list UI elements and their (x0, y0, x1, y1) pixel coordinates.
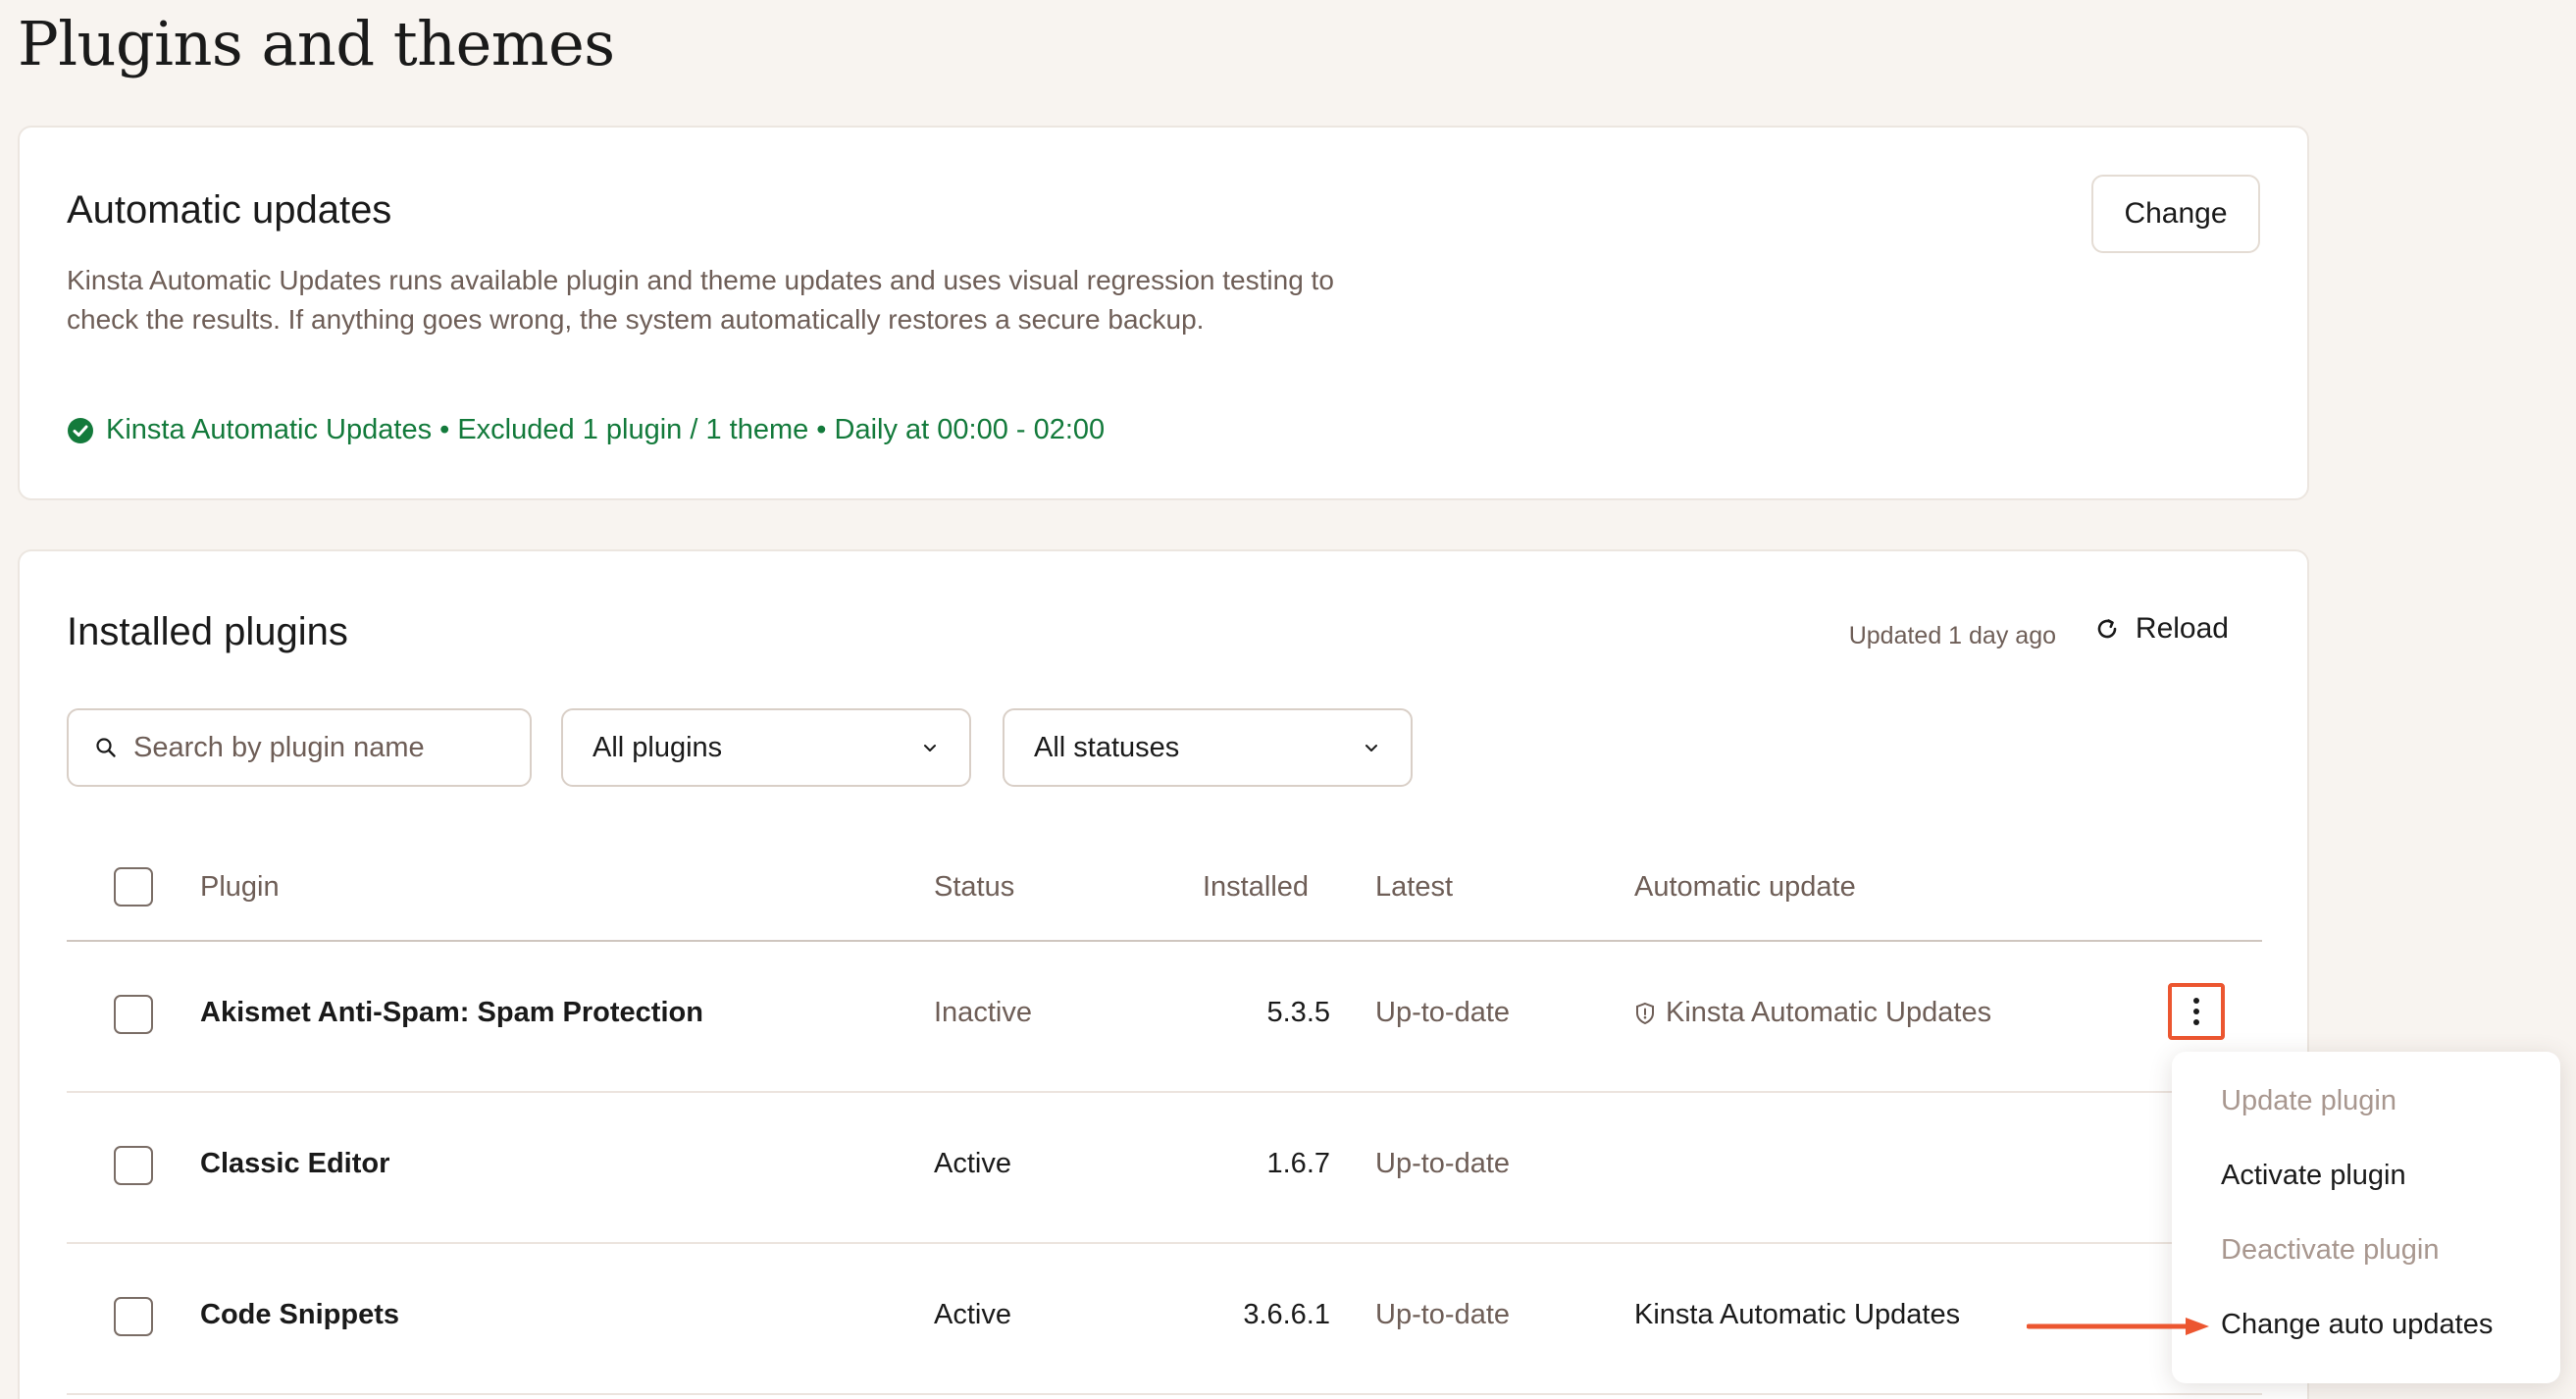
column-header-plugin: Plugin (200, 871, 280, 903)
plugin-latest: Up-to-date (1375, 1299, 1511, 1330)
automatic-updates-heading: Automatic updates (67, 188, 392, 232)
menu-item-update-plugin[interactable]: Update plugin (2221, 1085, 2396, 1117)
select-all-checkbox[interactable] (114, 867, 153, 907)
plugin-auto-update-text: Kinsta Automatic Updates (1666, 997, 1992, 1028)
reload-icon (2097, 619, 2117, 639)
row-divider (67, 1242, 2262, 1244)
plugin-status: Active (934, 1148, 1011, 1179)
row-checkbox[interactable] (114, 1297, 153, 1336)
row-divider (67, 1091, 2262, 1093)
change-button[interactable]: Change (2091, 175, 2260, 253)
automatic-updates-status-text: Kinsta Automatic Updates • Excluded 1 pl… (106, 414, 1106, 445)
installed-plugins-heading: Installed plugins (67, 610, 348, 653)
menu-item-deactivate-plugin[interactable]: Deactivate plugin (2221, 1234, 2439, 1267)
page-title: Plugins and themes (18, 8, 615, 79)
more-vertical-icon (2193, 998, 2199, 1025)
column-header-latest: Latest (1375, 871, 1453, 903)
column-header-status: Status (934, 871, 1015, 903)
row-actions-menu: Update plugin Activate plugin Deactivate… (2172, 1052, 2560, 1383)
automatic-updates-description: Kinsta Automatic Updates runs available … (67, 265, 1334, 335)
automatic-updates-status: Kinsta Automatic Updates • Excluded 1 pl… (67, 414, 1105, 446)
automatic-updates-card: Automatic updates Change Kinsta Automati… (18, 126, 2309, 500)
menu-item-activate-plugin[interactable]: Activate plugin (2221, 1160, 2406, 1192)
plugin-status: Active (934, 1299, 1011, 1330)
status-select-value: All statuses (1034, 731, 1180, 763)
table-header-divider (67, 940, 2262, 942)
plugin-name: Code Snippets (200, 1299, 400, 1330)
plugin-name: Classic Editor (200, 1148, 390, 1179)
plugin-latest: Up-to-date (1375, 997, 1511, 1028)
row-checkbox[interactable] (114, 1146, 153, 1185)
chevron-down-icon (924, 745, 936, 751)
plugin-latest: Up-to-date (1375, 1148, 1511, 1179)
plugin-name: Akismet Anti-Spam: Spam Protection (200, 997, 703, 1028)
search-box[interactable] (67, 708, 532, 787)
arrow-right-icon (2027, 1318, 2209, 1335)
plugin-installed-version: 5.3.5 (1266, 997, 1331, 1028)
column-header-installed: Installed (1203, 871, 1310, 903)
plugin-auto-update: Kinsta Automatic Updates (1634, 1299, 1961, 1330)
plugin-installed-version: 3.6.6.1 (1243, 1299, 1330, 1330)
plugin-status: Inactive (934, 997, 1032, 1028)
row-actions-button[interactable] (2168, 983, 2225, 1040)
plugin-auto-update: Kinsta Automatic Updates (1634, 997, 1991, 1029)
check-circle-icon (68, 417, 93, 443)
row-checkbox[interactable] (114, 995, 153, 1034)
reload-button[interactable]: Reload (2094, 612, 2229, 646)
reload-label: Reload (2135, 612, 2229, 645)
chevron-down-icon (1365, 745, 1377, 751)
row-divider (67, 1393, 2262, 1395)
shield-icon (1636, 1002, 1654, 1024)
plugin-type-value: All plugins (592, 731, 723, 763)
column-header-automatic-update: Automatic update (1634, 871, 1856, 903)
plugin-installed-version: 1.6.7 (1266, 1148, 1331, 1179)
installed-plugins-card: Installed plugins Updated 1 day ago Relo… (18, 549, 2309, 1399)
search-input[interactable] (133, 731, 506, 764)
search-icon (96, 738, 116, 757)
menu-item-change-auto-updates[interactable]: Change auto updates (2221, 1309, 2493, 1341)
plugin-type-select[interactable]: All plugins (561, 708, 971, 787)
updated-timestamp: Updated 1 day ago (1848, 622, 2056, 649)
status-select[interactable]: All statuses (1003, 708, 1413, 787)
